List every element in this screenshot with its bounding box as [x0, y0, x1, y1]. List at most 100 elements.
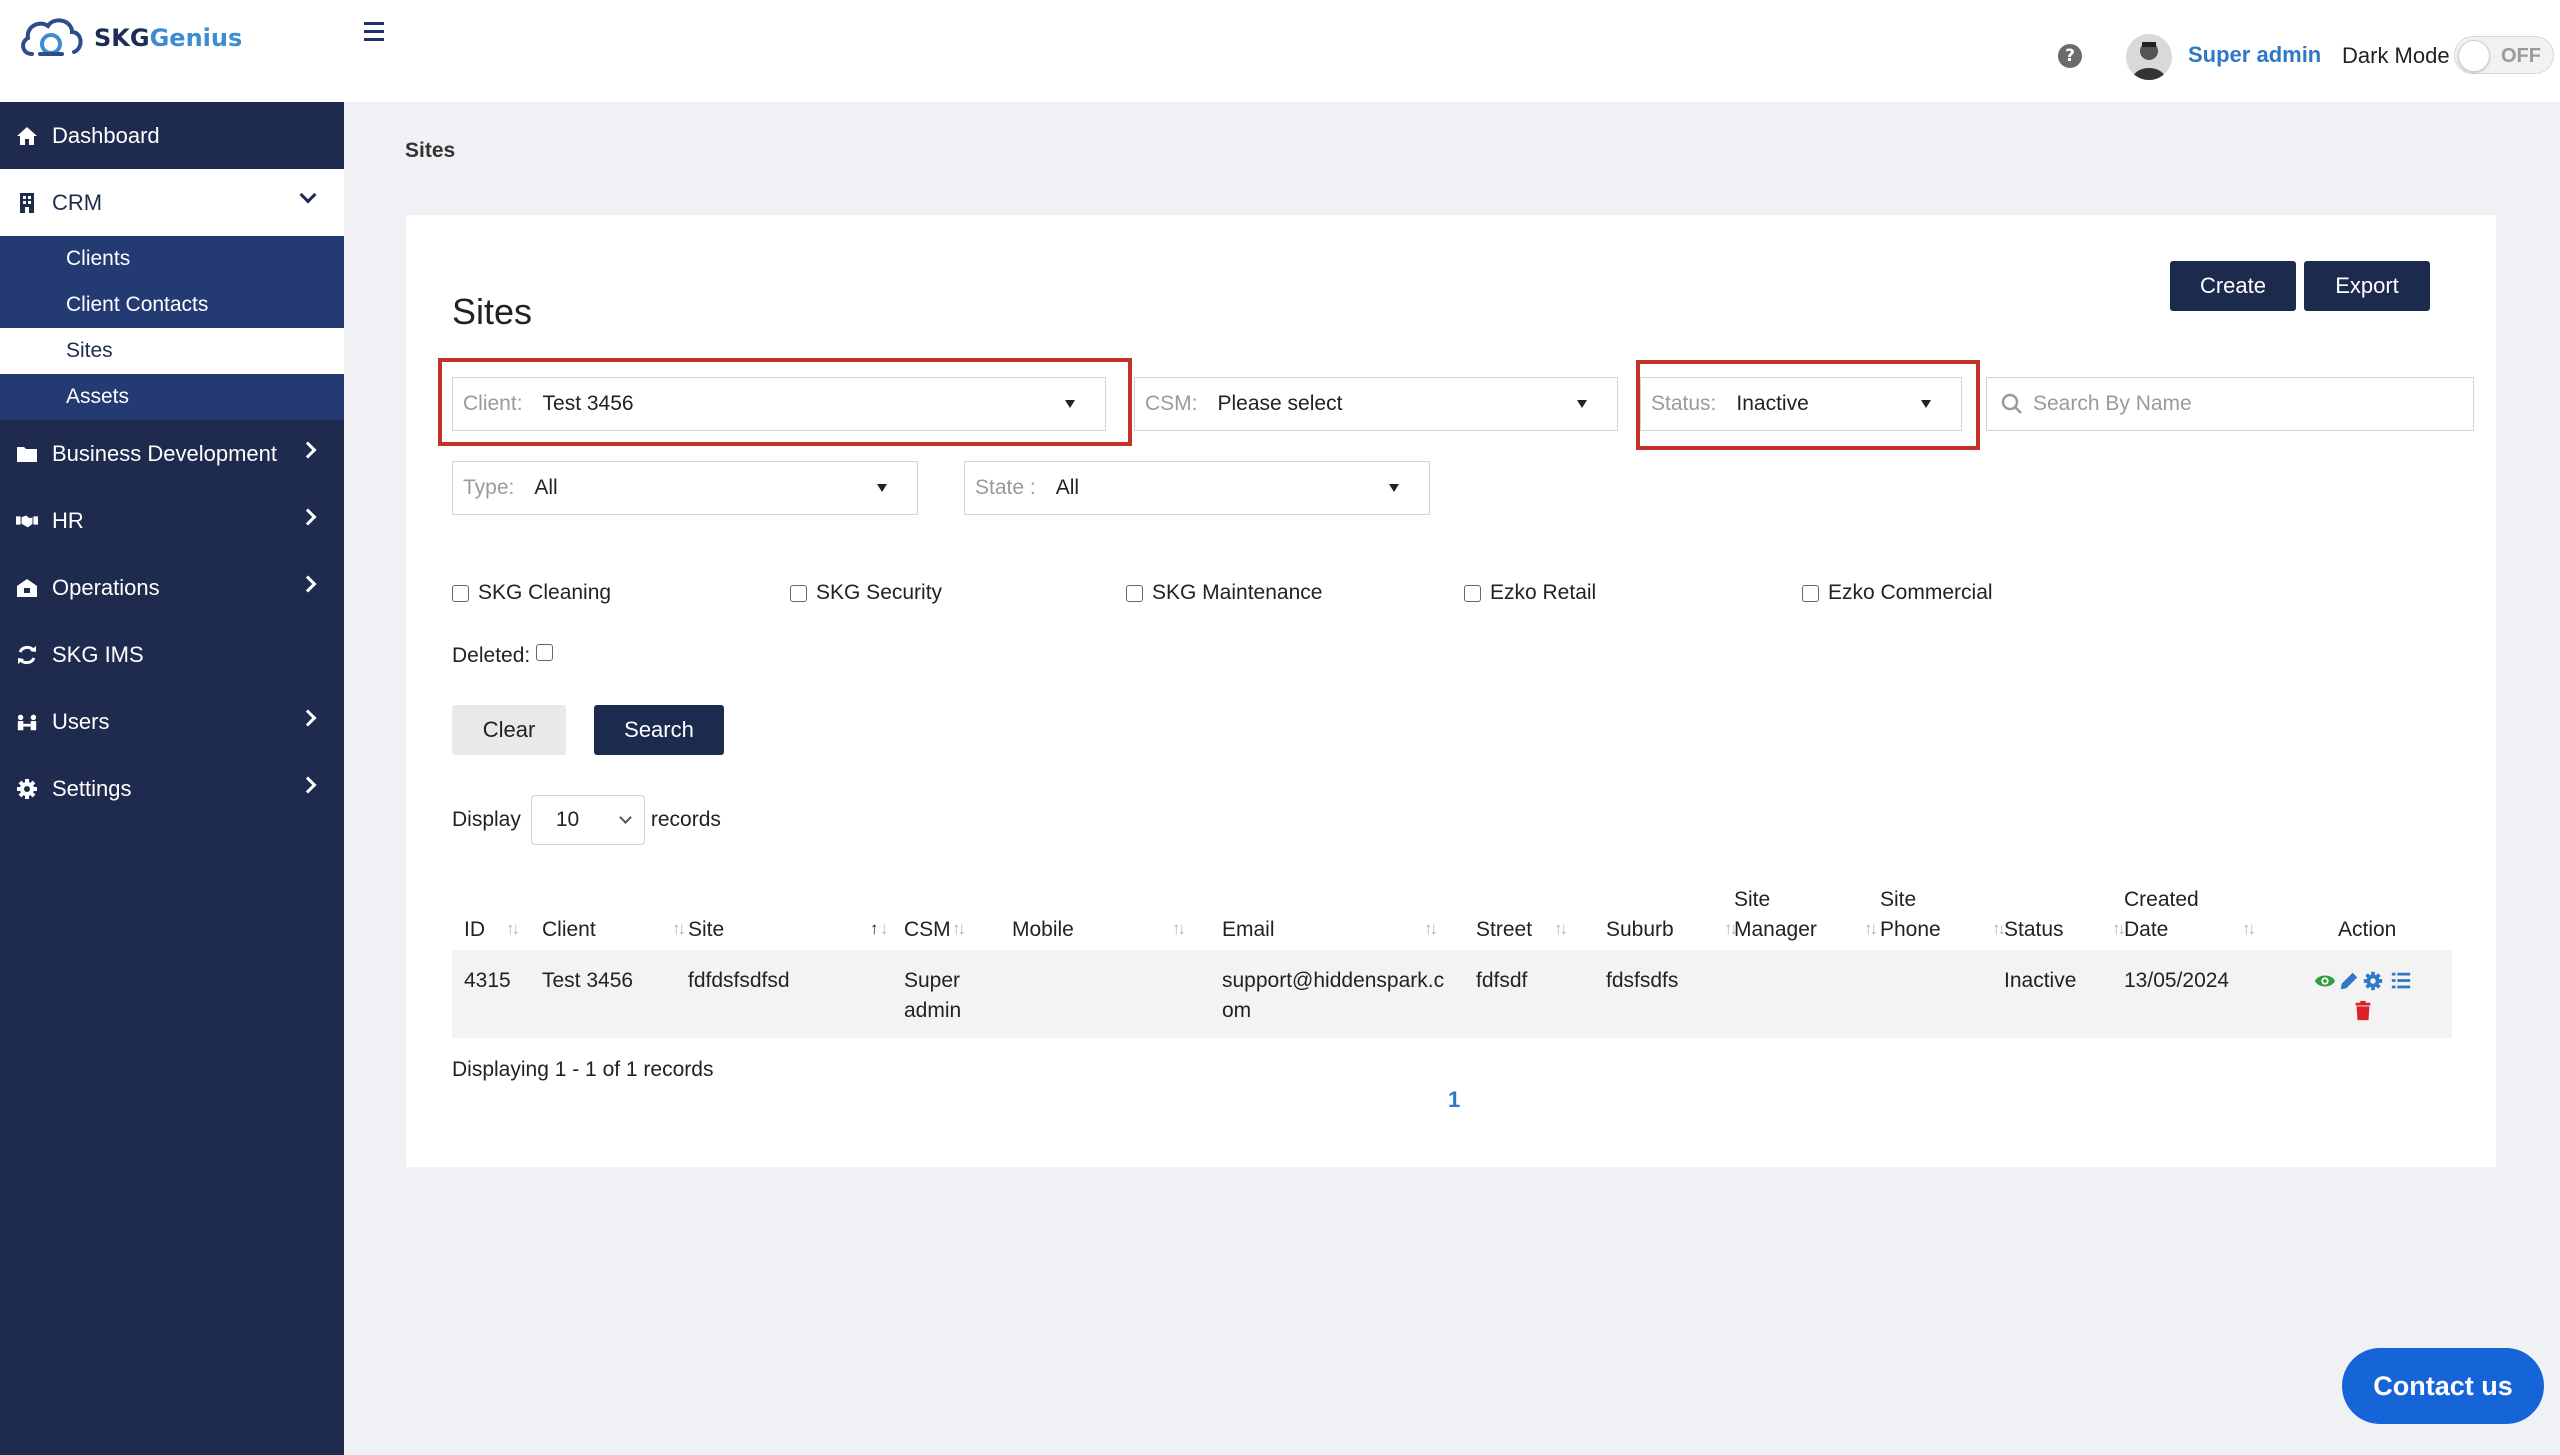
column-header-client[interactable]: Client: [542, 915, 596, 945]
create-button[interactable]: Create: [2170, 261, 2296, 311]
checkbox-skg-maintenance[interactable]: SKG Maintenance: [1126, 581, 1322, 605]
cell-email: support@hiddenspark.c om: [1222, 969, 1445, 1022]
deleted-filter: Deleted:: [452, 643, 562, 668]
search-button[interactable]: Search: [594, 705, 724, 755]
dark-mode-toggle[interactable]: OFF: [2454, 36, 2554, 74]
sidebar-item-users[interactable]: Users: [0, 688, 344, 755]
cell-client: Test 3456: [542, 969, 634, 992]
sidebar-item-label: Business Development: [52, 440, 278, 466]
avatar[interactable]: [2126, 34, 2172, 80]
page-title: Sites: [452, 291, 533, 332]
delete-trash-icon[interactable]: [2352, 1000, 2374, 1022]
csm-select[interactable]: CSM: Please select: [1134, 377, 1618, 431]
cell-created-date: 13/05/2024: [2124, 969, 2230, 992]
sidebar-subitem-assets[interactable]: Assets: [0, 374, 344, 420]
column-header-suburb[interactable]: Suburb: [1606, 915, 1674, 945]
help-icon[interactable]: ?: [2058, 44, 2082, 68]
sidebar-item-label: Settings: [52, 775, 132, 801]
sidebar-item-settings[interactable]: Settings: [0, 755, 344, 822]
search-by-name-input[interactable]: [2033, 392, 2453, 416]
status-select-label: Status:: [1651, 392, 1717, 415]
chevron-right-icon: [299, 441, 317, 459]
column-header-csm[interactable]: CSM: [904, 915, 951, 945]
list-tasks-icon[interactable]: [2390, 970, 2412, 992]
sort-icon[interactable]: ↑↓: [1992, 919, 2006, 939]
sites-card: Sites Create Export Client: Test 3456 CS…: [406, 215, 2496, 1167]
sidebar-item-crm[interactable]: CRM: [0, 169, 344, 236]
sort-icon[interactable]: ↑↓: [2242, 919, 2256, 939]
user-name-link[interactable]: Super admin: [2188, 42, 2321, 68]
search-box: [1986, 377, 2474, 431]
display-records-control: Display 10 records: [452, 795, 721, 845]
records-per-page-select[interactable]: 10: [530, 795, 645, 845]
sort-asc-icon[interactable]: ↑: [870, 919, 878, 939]
client-select[interactable]: Client: Test 3456: [452, 377, 1106, 431]
column-header-site-manager[interactable]: Site Manager: [1734, 885, 1817, 945]
sort-icon[interactable]: ↑↓: [672, 919, 686, 939]
checkbox-ezko-retail[interactable]: Ezko Retail: [1464, 581, 1596, 605]
checkbox-label: Ezko Retail: [1490, 581, 1597, 604]
checkbox-skg-cleaning[interactable]: SKG Cleaning: [452, 581, 611, 605]
checkbox[interactable]: [452, 584, 469, 602]
search-icon: [2001, 393, 2022, 414]
view-eye-icon[interactable]: [2314, 970, 2336, 992]
sidebar-item-business-development[interactable]: Business Development: [0, 420, 344, 487]
sidebar-item-operations[interactable]: Operations: [0, 554, 344, 621]
caret-down-icon: [877, 484, 887, 492]
chevron-right-icon: [299, 709, 317, 727]
column-header-status[interactable]: Status: [2004, 915, 2064, 945]
column-header-street[interactable]: Street: [1476, 915, 1532, 945]
contact-us-button[interactable]: Contact us: [2342, 1348, 2544, 1424]
edit-pencil-icon[interactable]: [2338, 970, 2360, 992]
sort-icon[interactable]: ↑↓: [1864, 919, 1878, 939]
sidebar-item-dashboard[interactable]: Dashboard: [0, 102, 344, 169]
sidebar-subitem-clients[interactable]: Clients: [0, 236, 344, 282]
checkbox[interactable]: [1802, 584, 1819, 602]
status-select[interactable]: Status: Inactive: [1640, 377, 1962, 431]
dark-mode-label: Dark Mode: [2342, 43, 2450, 68]
hamburger-menu-icon[interactable]: [364, 22, 394, 46]
client-select-label: Client:: [463, 392, 523, 415]
sidebar-subitem-sites[interactable]: Sites: [0, 328, 344, 374]
sidebar-item-hr[interactable]: HR: [0, 487, 344, 554]
toggle-knob: [2458, 40, 2490, 72]
deleted-label: Deleted:: [452, 644, 531, 667]
column-header-email[interactable]: Email: [1222, 915, 1275, 945]
csm-select-value: Please select: [1217, 392, 1343, 415]
briefcase-icon: [16, 577, 38, 599]
column-header-created-date[interactable]: Created Date: [2124, 885, 2199, 945]
caret-down-icon: [1577, 400, 1587, 408]
type-select[interactable]: Type: All: [452, 461, 918, 515]
users-icon: [16, 711, 38, 733]
column-header-id[interactable]: ID: [464, 915, 485, 945]
sort-icon[interactable]: ↑↓: [952, 919, 966, 939]
sort-icon[interactable]: ↑↓: [1554, 919, 1568, 939]
checkbox[interactable]: [1126, 584, 1143, 602]
sort-icon[interactable]: ↑↓: [2112, 919, 2126, 939]
settings-gear-icon[interactable]: [2362, 970, 2384, 992]
sort-icon[interactable]: ↓: [880, 919, 888, 939]
clear-button[interactable]: Clear: [452, 705, 566, 755]
table-row: 4315 Test 3456 fdfdsfsdfsd Super admin su…: [452, 950, 2452, 1038]
column-header-mobile[interactable]: Mobile: [1012, 915, 1074, 945]
sidebar-item-skg-ims[interactable]: SKG IMS: [0, 621, 344, 688]
sort-icon[interactable]: ↑↓: [1172, 919, 1186, 939]
cell-status: Inactive: [2004, 969, 2077, 992]
sidebar-item-label: CRM: [52, 189, 103, 215]
cell-csm: Super admin: [904, 969, 962, 1022]
logo[interactable]: SKGGenius: [18, 14, 242, 62]
pagination-page-1[interactable]: 1: [1448, 1087, 1460, 1113]
checkbox-ezko-commercial[interactable]: Ezko Commercial: [1802, 581, 1993, 605]
sort-icon[interactable]: ↑↓: [506, 919, 520, 939]
column-header-site-phone[interactable]: Site Phone: [1880, 885, 1941, 945]
checkbox-skg-security[interactable]: SKG Security: [790, 581, 942, 605]
sidebar-subitem-client-contacts[interactable]: Client Contacts: [0, 282, 344, 328]
checkbox[interactable]: [790, 584, 807, 602]
checkbox[interactable]: [1464, 584, 1481, 602]
sort-icon[interactable]: ↑↓: [1424, 919, 1438, 939]
column-header-site[interactable]: Site: [688, 915, 724, 945]
type-select-label: Type:: [463, 476, 515, 499]
deleted-checkbox[interactable]: [536, 643, 554, 661]
export-button[interactable]: Export: [2304, 261, 2430, 311]
state-select[interactable]: State : All: [964, 461, 1430, 515]
